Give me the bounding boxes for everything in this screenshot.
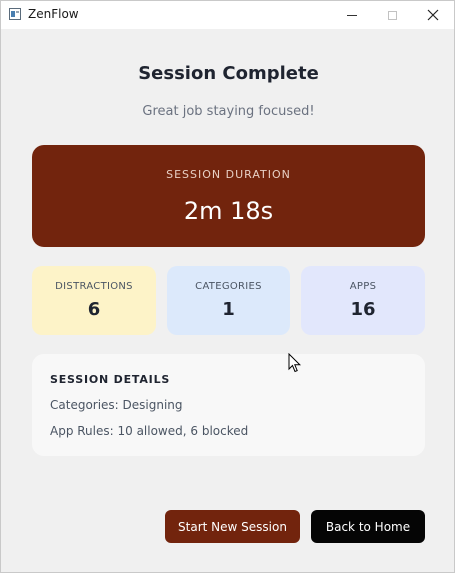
- back-to-home-button[interactable]: Back to Home: [311, 510, 425, 543]
- apps-value: 16: [350, 299, 376, 320]
- app-window: ZenFlow Session Complete Great job stayi…: [0, 0, 455, 573]
- window-title: ZenFlow: [28, 7, 79, 21]
- categories-stat-card: CATEGORIES 1: [167, 266, 290, 335]
- app-window-icon: [9, 8, 21, 20]
- distractions-label: DISTRACTIONS: [55, 281, 133, 292]
- apps-stat-card: APPS 16: [301, 266, 425, 335]
- close-button[interactable]: [412, 1, 454, 29]
- session-duration-value: 2m 18s: [183, 197, 274, 225]
- session-details-card: SESSION DETAILS Categories: Designing Ap…: [32, 354, 425, 456]
- categories-detail: Categories: Designing: [50, 398, 183, 412]
- close-icon: [427, 9, 439, 21]
- minimize-icon: [347, 14, 357, 16]
- mouse-pointer-icon: [288, 353, 302, 373]
- apps-label: APPS: [349, 281, 377, 292]
- page-subtitle: Great job staying focused!: [142, 104, 315, 119]
- maximize-icon: [387, 10, 397, 20]
- app-rules-detail: App Rules: 10 allowed, 6 blocked: [50, 424, 249, 438]
- session-duration-card: SESSION DURATION 2m 18s: [32, 145, 425, 247]
- start-new-session-button[interactable]: Start New Session: [165, 510, 300, 543]
- categories-value: 1: [222, 299, 235, 320]
- maximize-button[interactable]: [371, 1, 413, 29]
- minimize-button[interactable]: [331, 1, 373, 29]
- categories-label: CATEGORIES: [195, 281, 262, 292]
- title-bar[interactable]: ZenFlow: [1, 1, 454, 29]
- page-title: Session Complete: [138, 63, 319, 84]
- session-details-title: SESSION DETAILS: [50, 373, 171, 386]
- distractions-stat-card: DISTRACTIONS 6: [32, 266, 156, 335]
- session-duration-label: SESSION DURATION: [166, 168, 291, 181]
- distractions-value: 6: [87, 299, 101, 320]
